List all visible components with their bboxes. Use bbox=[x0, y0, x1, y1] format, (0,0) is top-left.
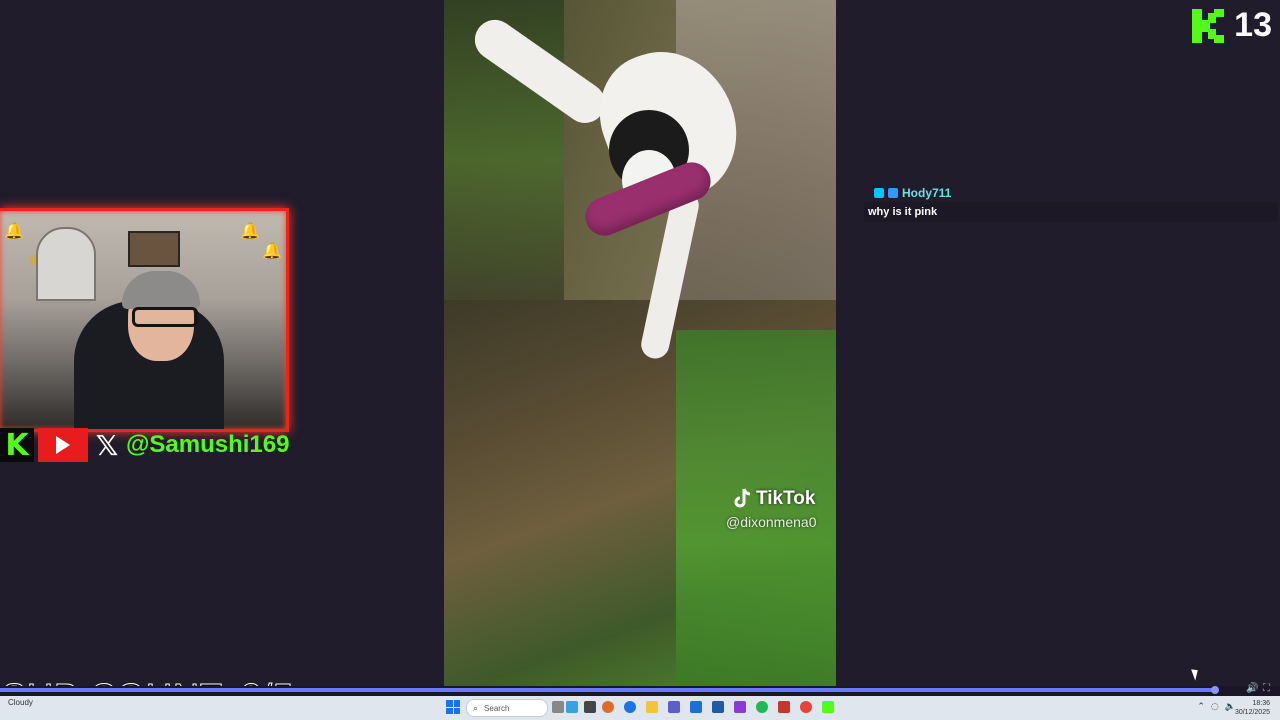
tiktok-logo-icon bbox=[734, 488, 752, 510]
taskbar-search[interactable]: ⌕ Search bbox=[466, 699, 548, 717]
widgets-icon[interactable] bbox=[566, 701, 578, 713]
edge-icon[interactable] bbox=[624, 701, 636, 713]
chat-message: Hody711 why is it pink bbox=[864, 186, 1278, 222]
progress-knob[interactable] bbox=[1211, 686, 1220, 694]
badge-icon bbox=[888, 188, 898, 198]
windows-taskbar: Cloudy ⌕ Search ⌃ ◌ 🔈 18:36 30/12/2025 bbox=[0, 696, 1280, 720]
bell-decoration-icon: 🔔 bbox=[240, 221, 260, 240]
chevron-up-icon[interactable]: ⌃ bbox=[1197, 702, 1205, 712]
tiktok-brand: TikTok bbox=[756, 488, 816, 509]
bell-decoration-icon: 🔔 bbox=[4, 221, 24, 240]
firefox-icon[interactable] bbox=[602, 701, 614, 713]
chat-overlay: Hody711 why is it pink bbox=[864, 186, 1278, 222]
bell-decoration-icon: 🔔 bbox=[262, 241, 282, 260]
tiktok-handle: @dixonmena0 bbox=[726, 514, 817, 530]
kick-logo-icon bbox=[1192, 8, 1225, 43]
socials-bar: K 𝕏 @Samushi169 bbox=[0, 428, 290, 463]
system-tray[interactable]: ⌃ ◌ 🔈 bbox=[1197, 702, 1236, 712]
stream-canvas: 13 TikTok @dixonmena0 Hody711 why is it … bbox=[0, 0, 1280, 686]
store-icon[interactable] bbox=[690, 701, 702, 713]
chrome-icon[interactable] bbox=[800, 701, 812, 713]
discord-icon[interactable] bbox=[734, 701, 746, 713]
weather-widget[interactable]: Cloudy bbox=[8, 698, 33, 707]
search-icon: ⌕ bbox=[473, 702, 479, 713]
kick-icon: K bbox=[0, 428, 34, 463]
social-handle: @Samushi169 bbox=[126, 431, 290, 458]
task-view-icon[interactable] bbox=[552, 701, 564, 713]
spotify-icon[interactable] bbox=[756, 701, 768, 713]
clock-time: 18:36 bbox=[1252, 700, 1270, 707]
viewer-counter: 13 bbox=[1192, 6, 1272, 45]
volume-icon[interactable]: 🔊 bbox=[1246, 683, 1258, 694]
progress-fill bbox=[0, 688, 1216, 692]
youtube-icon bbox=[38, 428, 88, 462]
kick-app-icon[interactable] bbox=[822, 701, 834, 713]
app-icon[interactable] bbox=[712, 701, 724, 713]
video-progress-bar[interactable] bbox=[0, 686, 1280, 696]
chat-text: why is it pink bbox=[864, 202, 1278, 222]
badge-icon bbox=[874, 188, 884, 198]
viewer-count: 13 bbox=[1234, 6, 1272, 44]
tiktok-watermark: TikTok @dixonmena0 bbox=[726, 488, 817, 530]
search-placeholder: Search bbox=[484, 703, 510, 713]
fullscreen-icon[interactable]: ⛶ bbox=[1263, 683, 1270, 694]
x-icon: 𝕏 bbox=[95, 428, 119, 462]
taskbar-clock[interactable]: 18:36 30/12/2025 bbox=[1235, 699, 1270, 717]
obs-icon[interactable] bbox=[778, 701, 790, 713]
file-explorer-icon[interactable] bbox=[646, 701, 658, 713]
teams-icon[interactable] bbox=[668, 701, 680, 713]
start-button[interactable] bbox=[446, 700, 460, 714]
chat-username: Hody711 bbox=[902, 186, 952, 200]
clock-date: 30/12/2025 bbox=[1234, 709, 1270, 716]
wifi-icon[interactable]: ◌ bbox=[1211, 702, 1219, 712]
tiktok-video[interactable]: TikTok @dixonmena0 bbox=[444, 0, 836, 686]
webcam-feed: 🔔 ✱ 🔔 🔔 bbox=[0, 208, 289, 432]
app-icon[interactable] bbox=[584, 701, 596, 713]
